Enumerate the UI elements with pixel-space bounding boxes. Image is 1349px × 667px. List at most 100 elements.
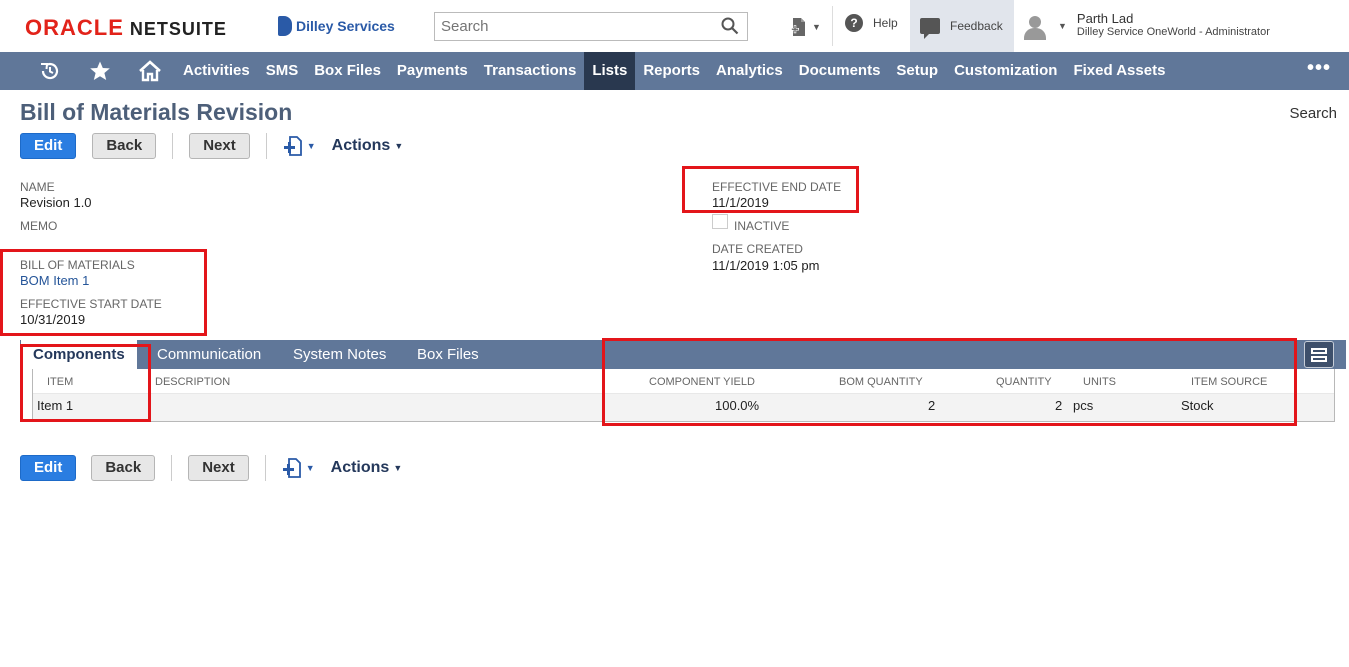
top-button-row: Edit Back Next ▼ Actions ▼ <box>20 133 403 159</box>
chevron-down-icon: ▼ <box>812 22 821 32</box>
search-icon[interactable] <box>721 17 739 35</box>
date-created-value: 11/1/2019 1:05 pm <box>712 258 820 273</box>
user-name: Parth Lad <box>1076 11 1134 26</box>
chevron-down-icon: ▼ <box>394 141 404 151</box>
user-avatar-icon <box>1022 16 1048 40</box>
column-header-quantity[interactable]: QUANTITY <box>996 376 1052 388</box>
effective-end-date-label: EFFECTIVE END DATE <box>712 180 842 194</box>
nav-item-transactions[interactable]: Transactions <box>476 52 585 90</box>
column-header-units[interactable]: UNITS <box>1083 376 1116 388</box>
company-logo[interactable]: Dilley Services <box>278 16 395 36</box>
global-search <box>434 12 748 41</box>
next-button[interactable]: Next <box>189 133 250 159</box>
column-header-component-yield[interactable]: COMPONENT YIELD <box>649 376 755 388</box>
top-header: ORACLENETSUITE Dilley Services ▼ ? Help … <box>0 0 1349 52</box>
new-record-icon <box>283 136 302 156</box>
column-header-bom-quantity[interactable]: BOM QUANTITY <box>839 376 923 388</box>
tab-communication[interactable]: Communication <box>157 340 261 369</box>
oracle-netsuite-logo[interactable]: ORACLE NETSUITE <box>25 15 227 41</box>
table-row <box>33 394 1334 421</box>
toggle-subtab-view-icon[interactable] <box>1304 341 1334 368</box>
home-icon[interactable] <box>133 52 167 90</box>
more-menu-icon[interactable]: ••• <box>1307 52 1331 90</box>
star-icon[interactable] <box>83 52 117 90</box>
back-button[interactable]: Back <box>91 455 156 481</box>
actions-label: Actions <box>330 459 390 476</box>
bottom-button-row: Edit Back Next ▼ Actions ▼ <box>20 455 402 481</box>
nav-item-fixed-assets[interactable]: Fixed Assets <box>1065 52 1173 90</box>
row-bom-quantity: 2 <box>928 398 936 413</box>
company-name: Dilley Services <box>296 18 395 34</box>
feedback-button[interactable]: Feedback <box>910 0 1014 52</box>
chevron-down-icon: ▼ <box>1058 21 1067 31</box>
nav-item-reports[interactable]: Reports <box>635 52 708 90</box>
nav-item-documents[interactable]: Documents <box>791 52 889 90</box>
column-header-item[interactable]: ITEM <box>47 376 73 388</box>
nav-item-lists[interactable]: Lists <box>584 52 636 90</box>
inactive-checkbox[interactable] <box>712 214 728 229</box>
nav-item-sms[interactable]: SMS <box>258 52 307 90</box>
divider <box>172 133 174 159</box>
nav-menu: Activities SMS Box Files Payments Transactio… <box>175 52 1173 90</box>
feedback-icon <box>920 18 940 39</box>
help-label: Help <box>873 16 898 30</box>
date-created-label: DATE CREATED <box>712 242 803 256</box>
actions-menu[interactable]: Actions ▼ <box>331 459 403 477</box>
column-header-description[interactable]: DESCRIPTION <box>155 376 230 388</box>
edit-button[interactable]: Edit <box>20 133 77 159</box>
divider <box>264 455 266 481</box>
name-value: Revision 1.0 <box>20 195 92 210</box>
chevron-down-icon: ▼ <box>393 463 403 473</box>
components-table: ITEM DESCRIPTION COMPONENT YIELD BOM QUA… <box>32 369 1335 422</box>
nav-item-analytics[interactable]: Analytics <box>708 52 791 90</box>
column-header-item-source[interactable]: ITEM SOURCE <box>1191 376 1267 388</box>
nav-item-setup[interactable]: Setup <box>888 52 946 90</box>
help-icon: ? <box>845 14 863 32</box>
page-search-link[interactable]: Search <box>1289 105 1337 122</box>
global-search-input[interactable] <box>435 13 705 40</box>
effective-start-date-label: EFFECTIVE START DATE <box>20 297 162 311</box>
help-link[interactable]: ? Help <box>845 14 898 32</box>
memo-label: MEMO <box>20 219 58 233</box>
nav-item-activities[interactable]: Activities <box>175 52 258 90</box>
chevron-down-icon: ▼ <box>306 141 316 151</box>
row-component-yield: 100.0% <box>715 398 760 413</box>
new-record-icon <box>282 458 301 478</box>
divider <box>832 6 833 46</box>
edit-button[interactable]: Edit <box>20 455 77 481</box>
new-record-menu[interactable]: ▼ <box>283 135 316 157</box>
nav-item-box-files[interactable]: Box Files <box>306 52 389 90</box>
back-button[interactable]: Back <box>92 133 157 159</box>
actions-menu[interactable]: Actions ▼ <box>332 137 404 155</box>
effective-end-date-value: 11/1/2019 <box>712 195 769 210</box>
nav-item-customization[interactable]: Customization <box>946 52 1065 90</box>
tab-system-notes[interactable]: System Notes <box>293 340 386 369</box>
row-quantity: 2 <box>1055 398 1063 413</box>
bill-of-materials-link[interactable]: BOM Item 1 <box>20 273 89 288</box>
name-label: NAME <box>20 180 55 194</box>
next-button[interactable]: Next <box>188 455 249 481</box>
row-units: pcs <box>1073 398 1094 413</box>
row-item-source: Stock <box>1181 398 1214 413</box>
company-logo-mark-icon <box>278 16 292 36</box>
subtab-bar: Components Communication System Notes Bo… <box>20 340 1346 369</box>
chevron-down-icon: ▼ <box>305 463 315 473</box>
divider <box>171 455 173 481</box>
feedback-label: Feedback <box>950 19 1003 33</box>
main-nav: Activities SMS Box Files Payments Transactio… <box>0 52 1349 90</box>
create-new-menu[interactable]: ▼ <box>790 16 821 38</box>
user-role: Dilley Service OneWorld - Administrator <box>1076 26 1270 38</box>
bill-of-materials-label: BILL OF MATERIALS <box>20 258 135 272</box>
recent-records-icon[interactable] <box>33 52 67 90</box>
effective-start-date-value: 10/31/2019 <box>20 312 86 327</box>
tab-box-files[interactable]: Box Files <box>417 340 479 369</box>
row-item-link[interactable]: Item 1 <box>37 398 73 413</box>
user-menu[interactable]: ▼ Parth Lad Dilley Service OneWorld - Ad… <box>1022 12 1270 40</box>
tab-components[interactable]: Components <box>21 340 137 369</box>
nav-item-payments[interactable]: Payments <box>389 52 476 90</box>
page-title: Bill of Materials Revision <box>20 99 293 125</box>
actions-label: Actions <box>331 137 391 154</box>
new-record-menu[interactable]: ▼ <box>282 457 315 479</box>
divider <box>265 133 267 159</box>
inactive-label: INACTIVE <box>734 219 790 233</box>
